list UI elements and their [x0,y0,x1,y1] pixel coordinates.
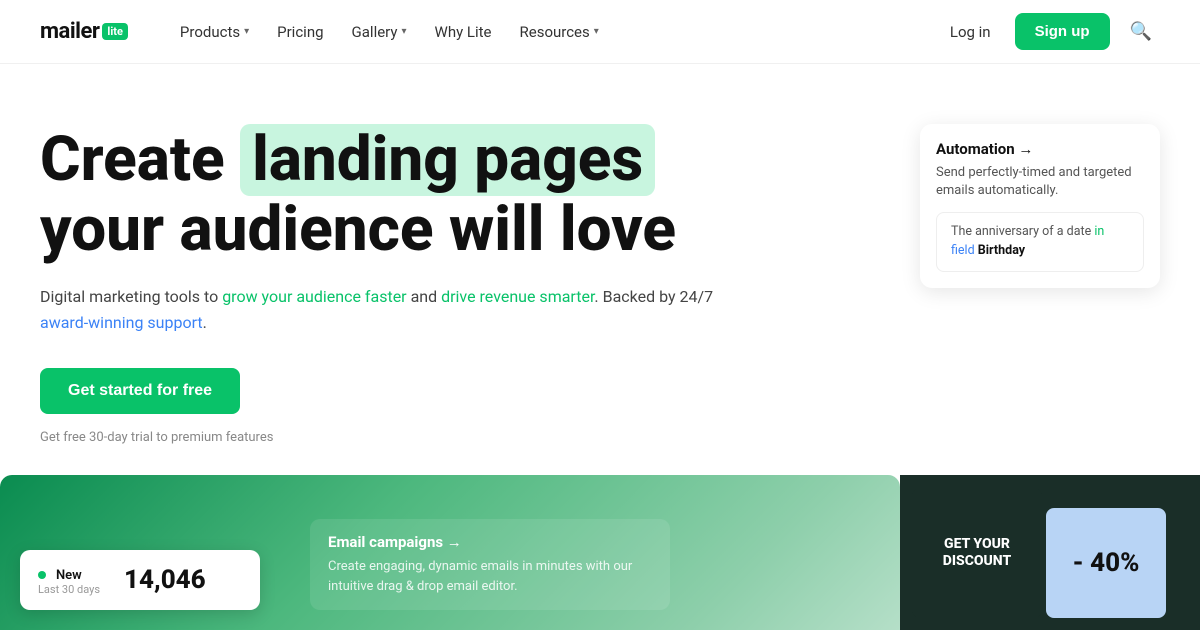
automation-snippet: The anniversary of a date in field Birth… [936,212,1144,272]
green-area: New Last 30 days 14,046 Email campaigns … [0,475,900,630]
automation-card: Automation → Send perfectly-timed and ta… [920,124,1160,288]
headline-highlight: landing pages [240,124,655,196]
email-card-desc: Create engaging, dynamic emails in minut… [328,557,652,596]
cta-button[interactable]: Get started for free [40,368,240,414]
status-dot [38,571,46,579]
trial-note: Get free 30-day trial to premium feature… [40,430,273,445]
nav-pricing[interactable]: Pricing [265,15,335,49]
hero-section: Create landing pages your audience will … [0,64,1200,445]
automation-title: Automation → [936,140,1144,158]
logo[interactable]: mailer lite [40,19,128,44]
logo-name: mailer [40,19,99,44]
discount-text: GET YOUR DISCOUNT [924,536,1030,570]
chevron-down-icon: ▾ [401,26,406,37]
login-button[interactable]: Log in [938,15,1003,49]
subscribers-meta: Last 30 days [38,583,100,596]
discount-area: GET YOUR DISCOUNT - 40% [900,475,1200,630]
logo-badge: lite [102,23,128,40]
nav-products[interactable]: Products ▾ [168,15,261,49]
subscribers-label: New [56,568,82,583]
nav-resources[interactable]: Resources ▾ [508,15,611,49]
subscribers-card: New Last 30 days 14,046 [20,550,260,610]
hero-headline: Create landing pages your audience will … [40,124,840,264]
signup-button[interactable]: Sign up [1015,13,1110,50]
discount-light-card: - 40% [1046,508,1166,618]
email-campaigns-card: Email campaigns → Create engaging, dynam… [310,519,670,610]
discount-percent: - 40% [1073,548,1140,578]
bottom-section: New Last 30 days 14,046 Email campaigns … [0,475,1200,630]
discount-dark-card: GET YOUR DISCOUNT [912,488,1042,618]
nav-gallery[interactable]: Gallery ▾ [340,15,419,49]
navigation: mailer lite Products ▾ Pricing Gallery ▾… [0,0,1200,64]
nav-why-lite[interactable]: Why Lite [423,15,504,49]
chevron-down-icon: ▾ [594,26,599,37]
subscribers-count: 14,046 [124,565,206,595]
chevron-down-icon: ▾ [244,26,249,37]
search-icon[interactable]: 🔍 [1122,13,1160,50]
dark-area: GET YOUR DISCOUNT - 40% [900,475,1200,630]
nav-actions: Log in Sign up 🔍 [938,13,1160,50]
hero-subtitle: Digital marketing tools to grow your aud… [40,284,740,335]
email-card-title: Email campaigns → [328,533,652,551]
automation-desc: Send perfectly-timed and targeted emails… [936,164,1144,200]
nav-links: Products ▾ Pricing Gallery ▾ Why Lite Re… [168,15,938,49]
